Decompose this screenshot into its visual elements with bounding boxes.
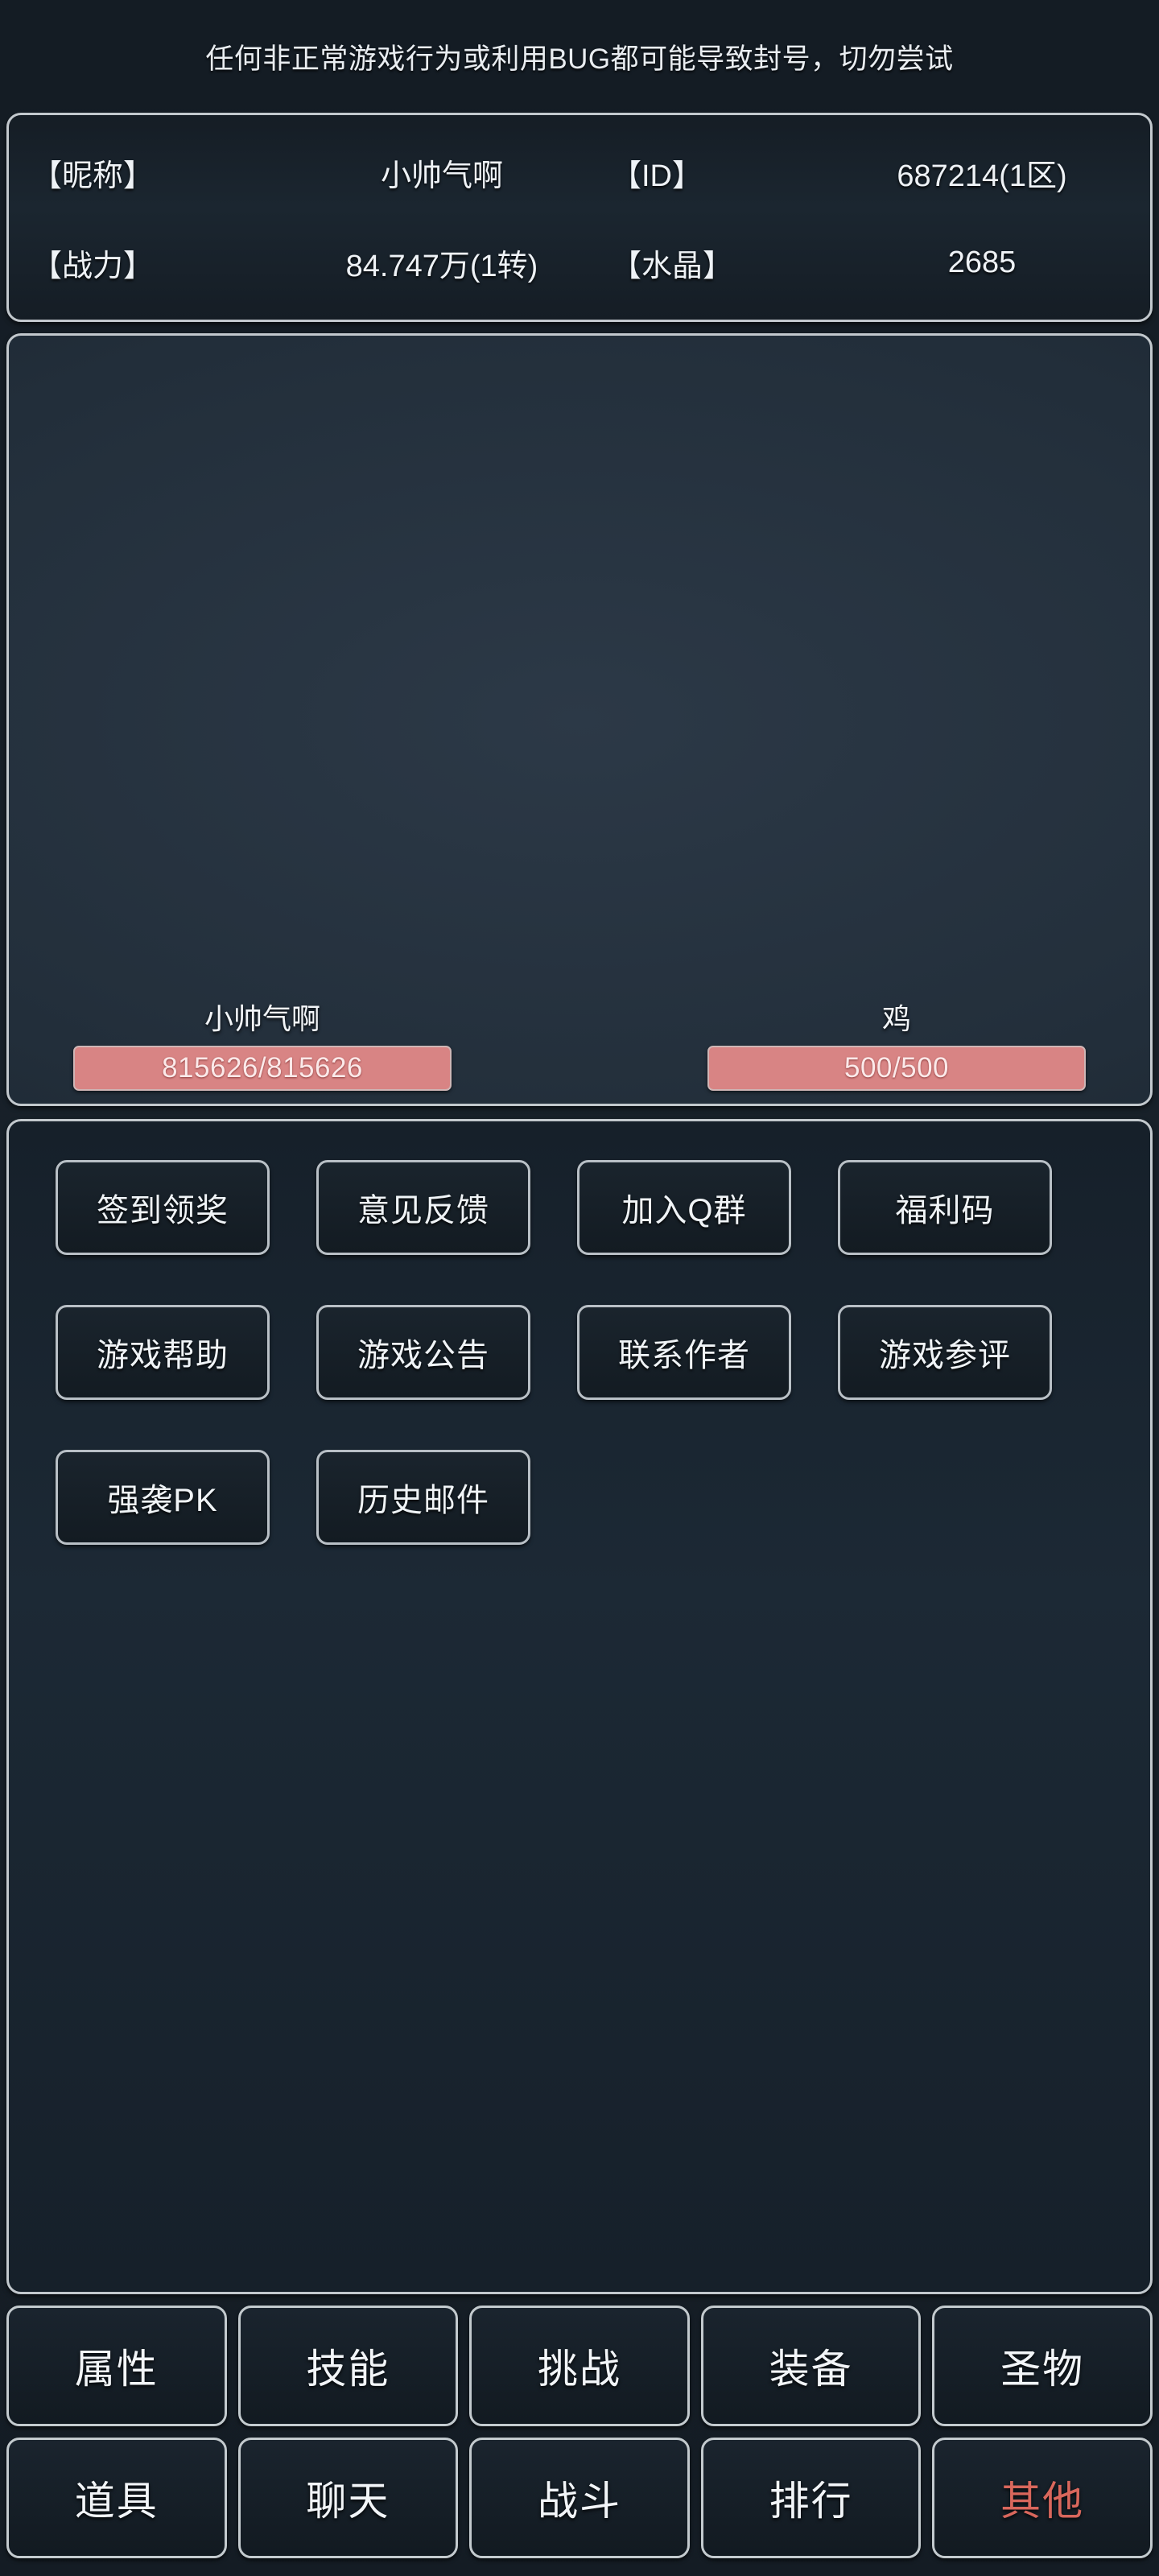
stat-nickname-label-cell: 【昵称】 <box>31 151 273 195</box>
enemy-name: 鸡 <box>881 1002 911 1035</box>
stat-nickname-value-cell: 小帅气啊 <box>273 151 611 195</box>
player-hp-bar: 815626/815626 <box>73 1046 452 1091</box>
menu-button-game-review[interactable]: 游戏参评 <box>838 1305 1052 1400</box>
stat-label: 【战力】 <box>31 249 155 283</box>
menu-button-label: 游戏参评 <box>879 1338 1011 1373</box>
bottom-navigation: 属性 技能 挑战 装备 圣物 道具 聊天 战斗 排行 其他 <box>6 2294 1153 2576</box>
nav-button-label: 挑战 <box>537 2347 621 2392</box>
battle-stage-panel: 小帅气啊 815626/815626 鸡 500/500 <box>6 333 1153 1106</box>
nav-button-label: 聊天 <box>306 2479 390 2524</box>
menu-button-feedback[interactable]: 意见反馈 <box>316 1160 530 1255</box>
stats-row: 【昵称】 小帅气啊 【ID】 687214(1区) <box>31 127 1128 217</box>
warning-text: 任何非正常游戏行为或利用BUG都可能导致封号，切勿尝试 <box>205 43 954 75</box>
stat-id-value-cell: 687214(1区) <box>836 151 1128 195</box>
nav-button-label: 圣物 <box>1000 2347 1085 2392</box>
stat-value: 84.747万(1转) <box>345 249 538 283</box>
nav-button-skills[interactable]: 技能 <box>237 2306 459 2426</box>
menu-button-checkin[interactable]: 签到领奖 <box>56 1160 270 1255</box>
nav-button-attributes[interactable]: 属性 <box>6 2306 227 2426</box>
stat-crystal-label-cell: 【水晶】 <box>611 241 836 285</box>
enemy-hp-text: 500/500 <box>843 1052 950 1084</box>
menu-button-label: 加入Q群 <box>621 1193 747 1228</box>
nav-button-items[interactable]: 道具 <box>6 2438 227 2558</box>
player-hp-text: 815626/815626 <box>162 1052 363 1084</box>
menu-button-join-qq-group[interactable]: 加入Q群 <box>577 1160 791 1255</box>
menu-button-label: 联系作者 <box>618 1338 750 1373</box>
stats-row: 【战力】 84.747万(1转) 【水晶】 2685 <box>31 217 1128 308</box>
other-menu-panel: 签到领奖 意见反馈 加入Q群 福利码 游戏帮助 游戏公告 联系作者 游戏参评 强… <box>6 1119 1153 2294</box>
stat-power-label-cell: 【战力】 <box>31 241 273 285</box>
menu-button-label: 福利码 <box>895 1193 995 1228</box>
nav-button-other[interactable]: 其他 <box>932 2438 1153 2558</box>
enemy-hp-bar: 500/500 <box>707 1046 1086 1091</box>
nav-button-ranking[interactable]: 排行 <box>700 2438 922 2558</box>
menu-button-label: 签到领奖 <box>97 1193 229 1228</box>
nav-row-secondary: 道具 聊天 战斗 排行 其他 <box>6 2438 1153 2558</box>
menu-button-mail-history[interactable]: 历史邮件 <box>316 1450 530 1545</box>
stat-crystal-value-cell: 2685 <box>836 246 1128 280</box>
warning-banner: 任何非正常游戏行为或利用BUG都可能导致封号，切勿尝试 <box>6 0 1153 113</box>
nav-button-label: 排行 <box>769 2479 853 2524</box>
menu-button-label: 意见反馈 <box>357 1193 489 1228</box>
nav-button-label: 战斗 <box>537 2479 621 2524</box>
stat-label: 【水晶】 <box>611 249 734 283</box>
player-name: 小帅气啊 <box>204 1002 320 1035</box>
stat-value: 2685 <box>947 245 1017 279</box>
nav-row-primary: 属性 技能 挑战 装备 圣物 <box>6 2306 1153 2426</box>
stat-label: 【昵称】 <box>31 159 155 193</box>
menu-button-label: 游戏公告 <box>357 1338 489 1373</box>
combatant-enemy: 鸡 500/500 <box>707 996 1086 1091</box>
game-screen: 任何非正常游戏行为或利用BUG都可能导致封号，切勿尝试 【昵称】 小帅气啊 【I… <box>0 0 1159 2576</box>
player-stats-panel: 【昵称】 小帅气啊 【ID】 687214(1区) 【战力】 84.747万(1… <box>6 113 1153 322</box>
menu-button-label: 强袭PK <box>107 1483 218 1518</box>
menu-button-announcement[interactable]: 游戏公告 <box>316 1305 530 1400</box>
stat-id-label-cell: 【ID】 <box>611 151 836 195</box>
stat-value: 小帅气啊 <box>380 159 503 193</box>
menu-button-label: 游戏帮助 <box>97 1338 229 1373</box>
menu-button-grid: 签到领奖 意见反馈 加入Q群 福利码 游戏帮助 游戏公告 联系作者 游戏参评 强… <box>56 1160 1103 1545</box>
menu-button-welfare-code[interactable]: 福利码 <box>838 1160 1052 1255</box>
menu-button-assault-pk[interactable]: 强袭PK <box>56 1450 270 1545</box>
nav-button-challenge[interactable]: 挑战 <box>469 2306 690 2426</box>
nav-button-label: 技能 <box>306 2347 390 2392</box>
nav-button-chat[interactable]: 聊天 <box>237 2438 459 2558</box>
stat-value: 687214(1区) <box>897 159 1067 193</box>
menu-button-contact-author[interactable]: 联系作者 <box>577 1305 791 1400</box>
nav-button-relics[interactable]: 圣物 <box>932 2306 1153 2426</box>
nav-button-label: 其他 <box>1000 2479 1085 2524</box>
menu-button-label: 历史邮件 <box>357 1483 489 1518</box>
stat-power-value-cell: 84.747万(1转) <box>273 241 611 285</box>
nav-button-battle[interactable]: 战斗 <box>469 2438 690 2558</box>
nav-button-equipment[interactable]: 装备 <box>700 2306 922 2426</box>
stat-label: 【ID】 <box>611 159 703 193</box>
nav-button-label: 装备 <box>769 2347 853 2392</box>
menu-button-game-help[interactable]: 游戏帮助 <box>56 1305 270 1400</box>
combatant-player: 小帅气啊 815626/815626 <box>73 996 452 1091</box>
nav-button-label: 道具 <box>74 2479 159 2524</box>
nav-button-label: 属性 <box>74 2347 159 2392</box>
